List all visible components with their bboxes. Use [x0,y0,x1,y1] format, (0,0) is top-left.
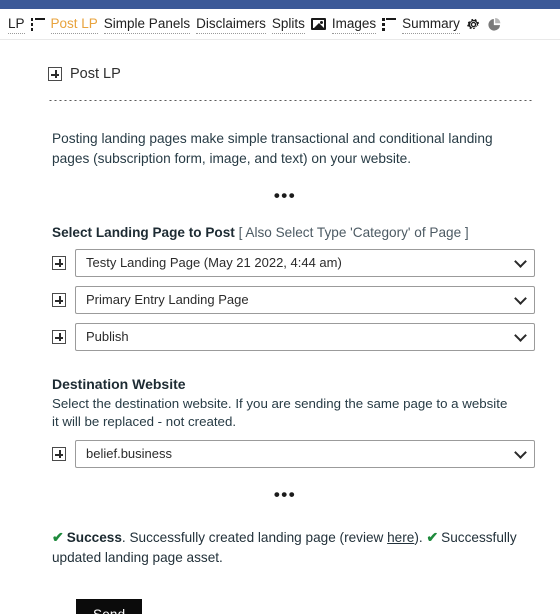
nav-item-images[interactable]: Images [331,15,377,34]
publish-state-select[interactable]: Publish [75,323,535,351]
nav-item-post-lp[interactable]: Post LP [50,15,98,34]
success-check-icon: ✔ [52,529,64,545]
status-text-part2: ). [414,530,427,545]
panel-description: Posting landing pages make simple transa… [52,131,493,166]
status-success-word: Success [66,530,122,545]
landing-page-select-wrap: Testy Landing Page (May 21 2022, 4:44 am… [75,249,535,277]
landing-page-select[interactable]: Testy Landing Page (May 21 2022, 4:44 am… [75,249,535,277]
destination-website-select-wrap: belief.business [75,440,535,468]
expand-plus-icon[interactable] [52,293,66,307]
destination-website-description: Select the destination website. If you a… [52,396,508,429]
destination-website-select[interactable]: belief.business [75,440,535,468]
destination-website-select-row: belief.business [52,440,536,468]
expand-plus-icon[interactable] [52,447,66,461]
send-button[interactable]: Send [76,599,143,614]
page-title: Post LP [70,66,121,82]
page-type-select-wrap: Primary Entry Landing Page [75,286,535,314]
landing-page-select-row: Testy Landing Page (May 21 2022, 4:44 am… [52,249,536,277]
status-message: ✔ Success. Successfully created landing p… [52,527,522,568]
page-type-select[interactable]: Primary Entry Landing Page [75,286,535,314]
section-divider-dots: ••• [273,186,297,205]
pie-chart-icon[interactable] [487,17,502,32]
review-here-link[interactable]: here [387,530,414,545]
main-navigation: LP Post LP Simple Panels Disclaimers Spl… [0,9,560,40]
destination-website-heading: Destination Website [52,376,186,392]
panel-title-row: Post LP [48,66,536,82]
status-text-part1: . Successfully created landing page (rev… [121,530,388,545]
app-window: LP Post LP Simple Panels Disclaimers Spl… [0,0,560,614]
landing-page-label: Select Landing Page to Post [ Also Selec… [52,225,536,240]
main-content: Post LP Posting landing pages make simpl… [0,66,560,614]
expand-plus-icon[interactable] [52,256,66,270]
expand-plus-icon[interactable] [48,67,62,81]
nav-item-lp[interactable]: LP [8,15,25,34]
landing-page-label-strong: Select Landing Page to Post [52,225,235,240]
image-icon[interactable] [310,18,326,30]
landing-page-label-hint: [ Also Select Type 'Category' of Page ] [238,225,469,240]
nav-item-splits[interactable]: Splits [271,15,305,34]
page-type-select-row: Primary Entry Landing Page [52,286,536,314]
publish-state-select-wrap: Publish [75,323,535,351]
gear-icon[interactable] [466,17,481,32]
expand-plus-icon[interactable] [52,330,66,344]
publish-state-select-row: Publish [52,323,536,351]
list-icon[interactable] [30,18,45,31]
nav-item-simple-panels[interactable]: Simple Panels [103,15,191,34]
section-divider-dots: ••• [273,485,297,504]
list-icon[interactable] [382,18,397,31]
divider-dotted [48,99,534,102]
top-accent-bar [0,0,560,9]
success-check-icon: ✔ [426,529,439,545]
nav-item-disclaimers[interactable]: Disclaimers [196,15,266,34]
nav-item-summary[interactable]: Summary [402,15,460,34]
